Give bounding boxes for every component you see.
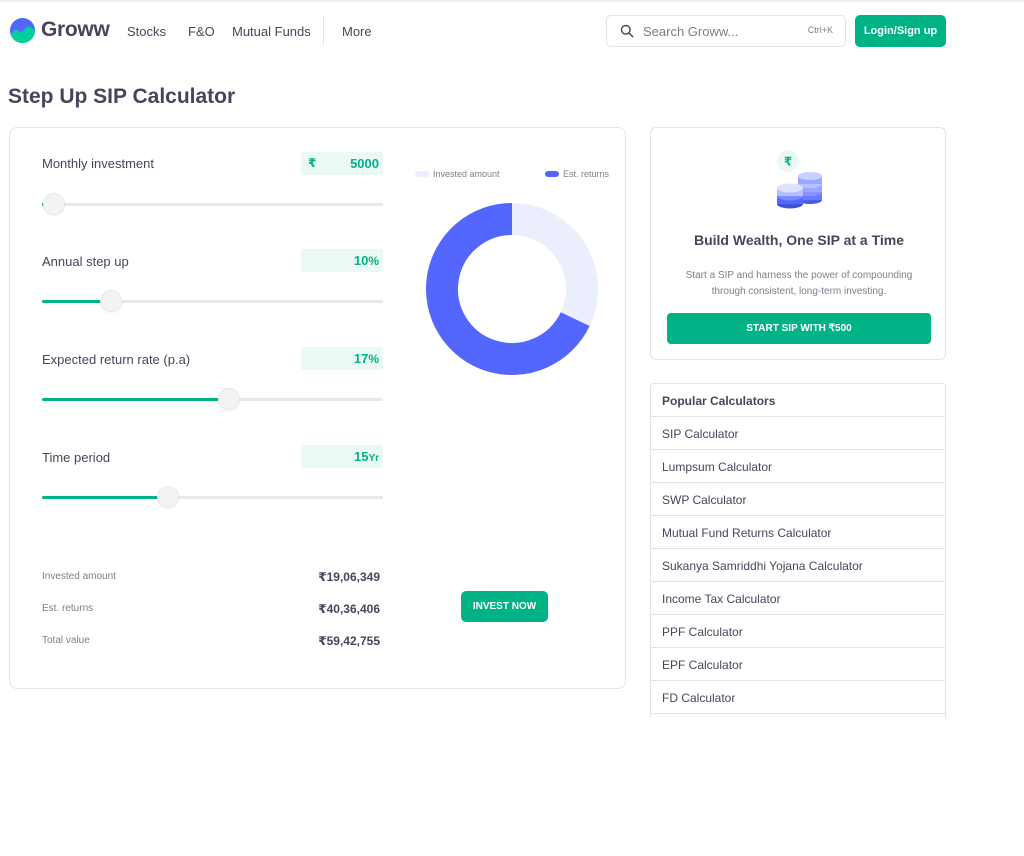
field-label-time-period: Time period (42, 450, 111, 465)
legend-invested: Invested amount (415, 169, 500, 179)
popular-calculators-header: Popular Calculators (651, 384, 945, 417)
brand-name[interactable]: Groww (41, 18, 110, 42)
annual-step-up-value: 10 (353, 253, 369, 268)
expected-return-input[interactable]: 17% (301, 347, 383, 370)
list-item[interactable]: Lumpsum Calculator (651, 450, 945, 483)
nav-divider (323, 16, 324, 46)
monthly-investment-input[interactable]: ₹ 5000 (301, 152, 383, 175)
top-header: Groww Stocks F&O Mutual Funds More Ctrl+… (0, 2, 1024, 60)
summary-label-invested: Invested amount (42, 571, 116, 582)
list-item[interactable]: EPF Calculator (651, 648, 945, 681)
time-period-input[interactable]: 15Yr (301, 445, 383, 468)
coins-stack-icon: ₹ (777, 150, 822, 209)
list-item-label: Lumpsum Calculator (662, 460, 773, 474)
annual-step-up-unit: % (368, 254, 379, 268)
page-title: Step Up SIP Calculator (8, 85, 236, 108)
list-item[interactable]: Income Tax Calculator (651, 582, 945, 615)
list-item-label: PPF Calculator (662, 625, 743, 639)
donut-slice-invested (511, 203, 598, 326)
legend-swatch-returns (545, 170, 559, 177)
slider-thumb[interactable] (157, 486, 179, 508)
list-item[interactable]: Mutual Fund Returns Calculator (651, 516, 945, 549)
list-item[interactable]: SWP Calculator (651, 483, 945, 516)
rupee-coin-symbol: ₹ (784, 155, 792, 169)
legend-label-invested: Invested amount (433, 169, 500, 179)
time-period-slider[interactable] (42, 486, 383, 508)
slider-fill (42, 496, 168, 499)
login-signup-button[interactable]: Login/Sign up (855, 15, 946, 47)
list-item-label: SWP Calculator (662, 493, 747, 507)
field-label-monthly-investment: Monthly investment (42, 156, 154, 171)
list-item-label: FD Calculator (662, 691, 736, 705)
nav-mutual-funds[interactable]: Mutual Funds (232, 24, 311, 39)
search-icon (620, 24, 634, 38)
time-period-unit: Yr (368, 453, 379, 464)
expected-return-slider[interactable] (42, 388, 383, 410)
summary-label-returns: Est. returns (42, 603, 94, 614)
legend-returns: Est. returns (545, 169, 609, 179)
calculator-card: Monthly investment ₹ 5000 Annual step up… (9, 127, 626, 689)
legend-swatch-invested (415, 170, 429, 177)
monthly-investment-slider[interactable] (42, 193, 383, 215)
list-item-label: Sukanya Samriddhi Yojana Calculator (662, 559, 863, 573)
summary-value-invested: ₹19,06,349 (318, 570, 380, 584)
list-item[interactable]: PPF Calculator (651, 615, 945, 648)
slider-thumb[interactable] (100, 290, 122, 312)
search-input[interactable] (643, 16, 793, 46)
summary-value-total: ₹59,42,755 (318, 634, 380, 648)
summary-label-total: Total value (42, 635, 90, 646)
legend-label-returns: Est. returns (563, 169, 610, 179)
annual-step-up-slider[interactable] (42, 290, 383, 312)
list-item[interactable]: SIP Calculator (651, 417, 945, 450)
rupee-icon: ₹ (308, 156, 317, 170)
slider-thumb[interactable] (43, 193, 65, 215)
promo-description: Start a SIP and harness the power of com… (685, 270, 913, 297)
list-item[interactable]: Sukanya Samriddhi Yojana Calculator (651, 549, 945, 582)
list-item-label: Income Tax Calculator (662, 592, 781, 606)
promo-card: ₹ Build Wealth, One SIP at a Time Start … (650, 127, 946, 360)
donut-chart (426, 203, 598, 375)
list-item-label: EPF Calculator (662, 658, 743, 672)
search-box[interactable]: Ctrl+K (606, 15, 846, 47)
nav-stocks[interactable]: Stocks (127, 24, 166, 39)
time-period-value: 15 (353, 449, 369, 464)
invest-now-button[interactable]: INVEST NOW (461, 591, 548, 622)
start-sip-button[interactable]: START SIP WITH ₹500 (667, 313, 931, 344)
search-shortcut-hint: Ctrl+K (807, 25, 833, 35)
nav-fno[interactable]: F&O (188, 24, 215, 39)
field-label-annual-step-up: Annual step up (42, 254, 129, 269)
monthly-investment-value: 5000 (350, 156, 379, 171)
field-label-expected-return-rate: Expected return rate (p.a) (42, 352, 191, 367)
list-item[interactable]: FD Calculator (651, 681, 945, 714)
popular-calculators-title: Popular Calculators (662, 394, 776, 408)
groww-logo-icon[interactable] (10, 18, 35, 43)
expected-return-value: 17 (353, 351, 369, 366)
nav-more[interactable]: More (342, 24, 372, 39)
promo-title: Build Wealth, One SIP at a Time (693, 232, 905, 248)
expected-return-unit: % (368, 352, 379, 366)
summary-value-returns: ₹40,36,406 (318, 602, 380, 616)
annual-step-up-input[interactable]: 10% (301, 249, 383, 272)
list-item-label: SIP Calculator (662, 427, 739, 441)
slider-thumb[interactable] (218, 388, 240, 410)
list-item-label: Mutual Fund Returns Calculator (662, 526, 832, 540)
popular-calculators-list: Popular Calculators SIP Calculator Lumps… (650, 383, 946, 718)
slider-fill (42, 398, 229, 401)
